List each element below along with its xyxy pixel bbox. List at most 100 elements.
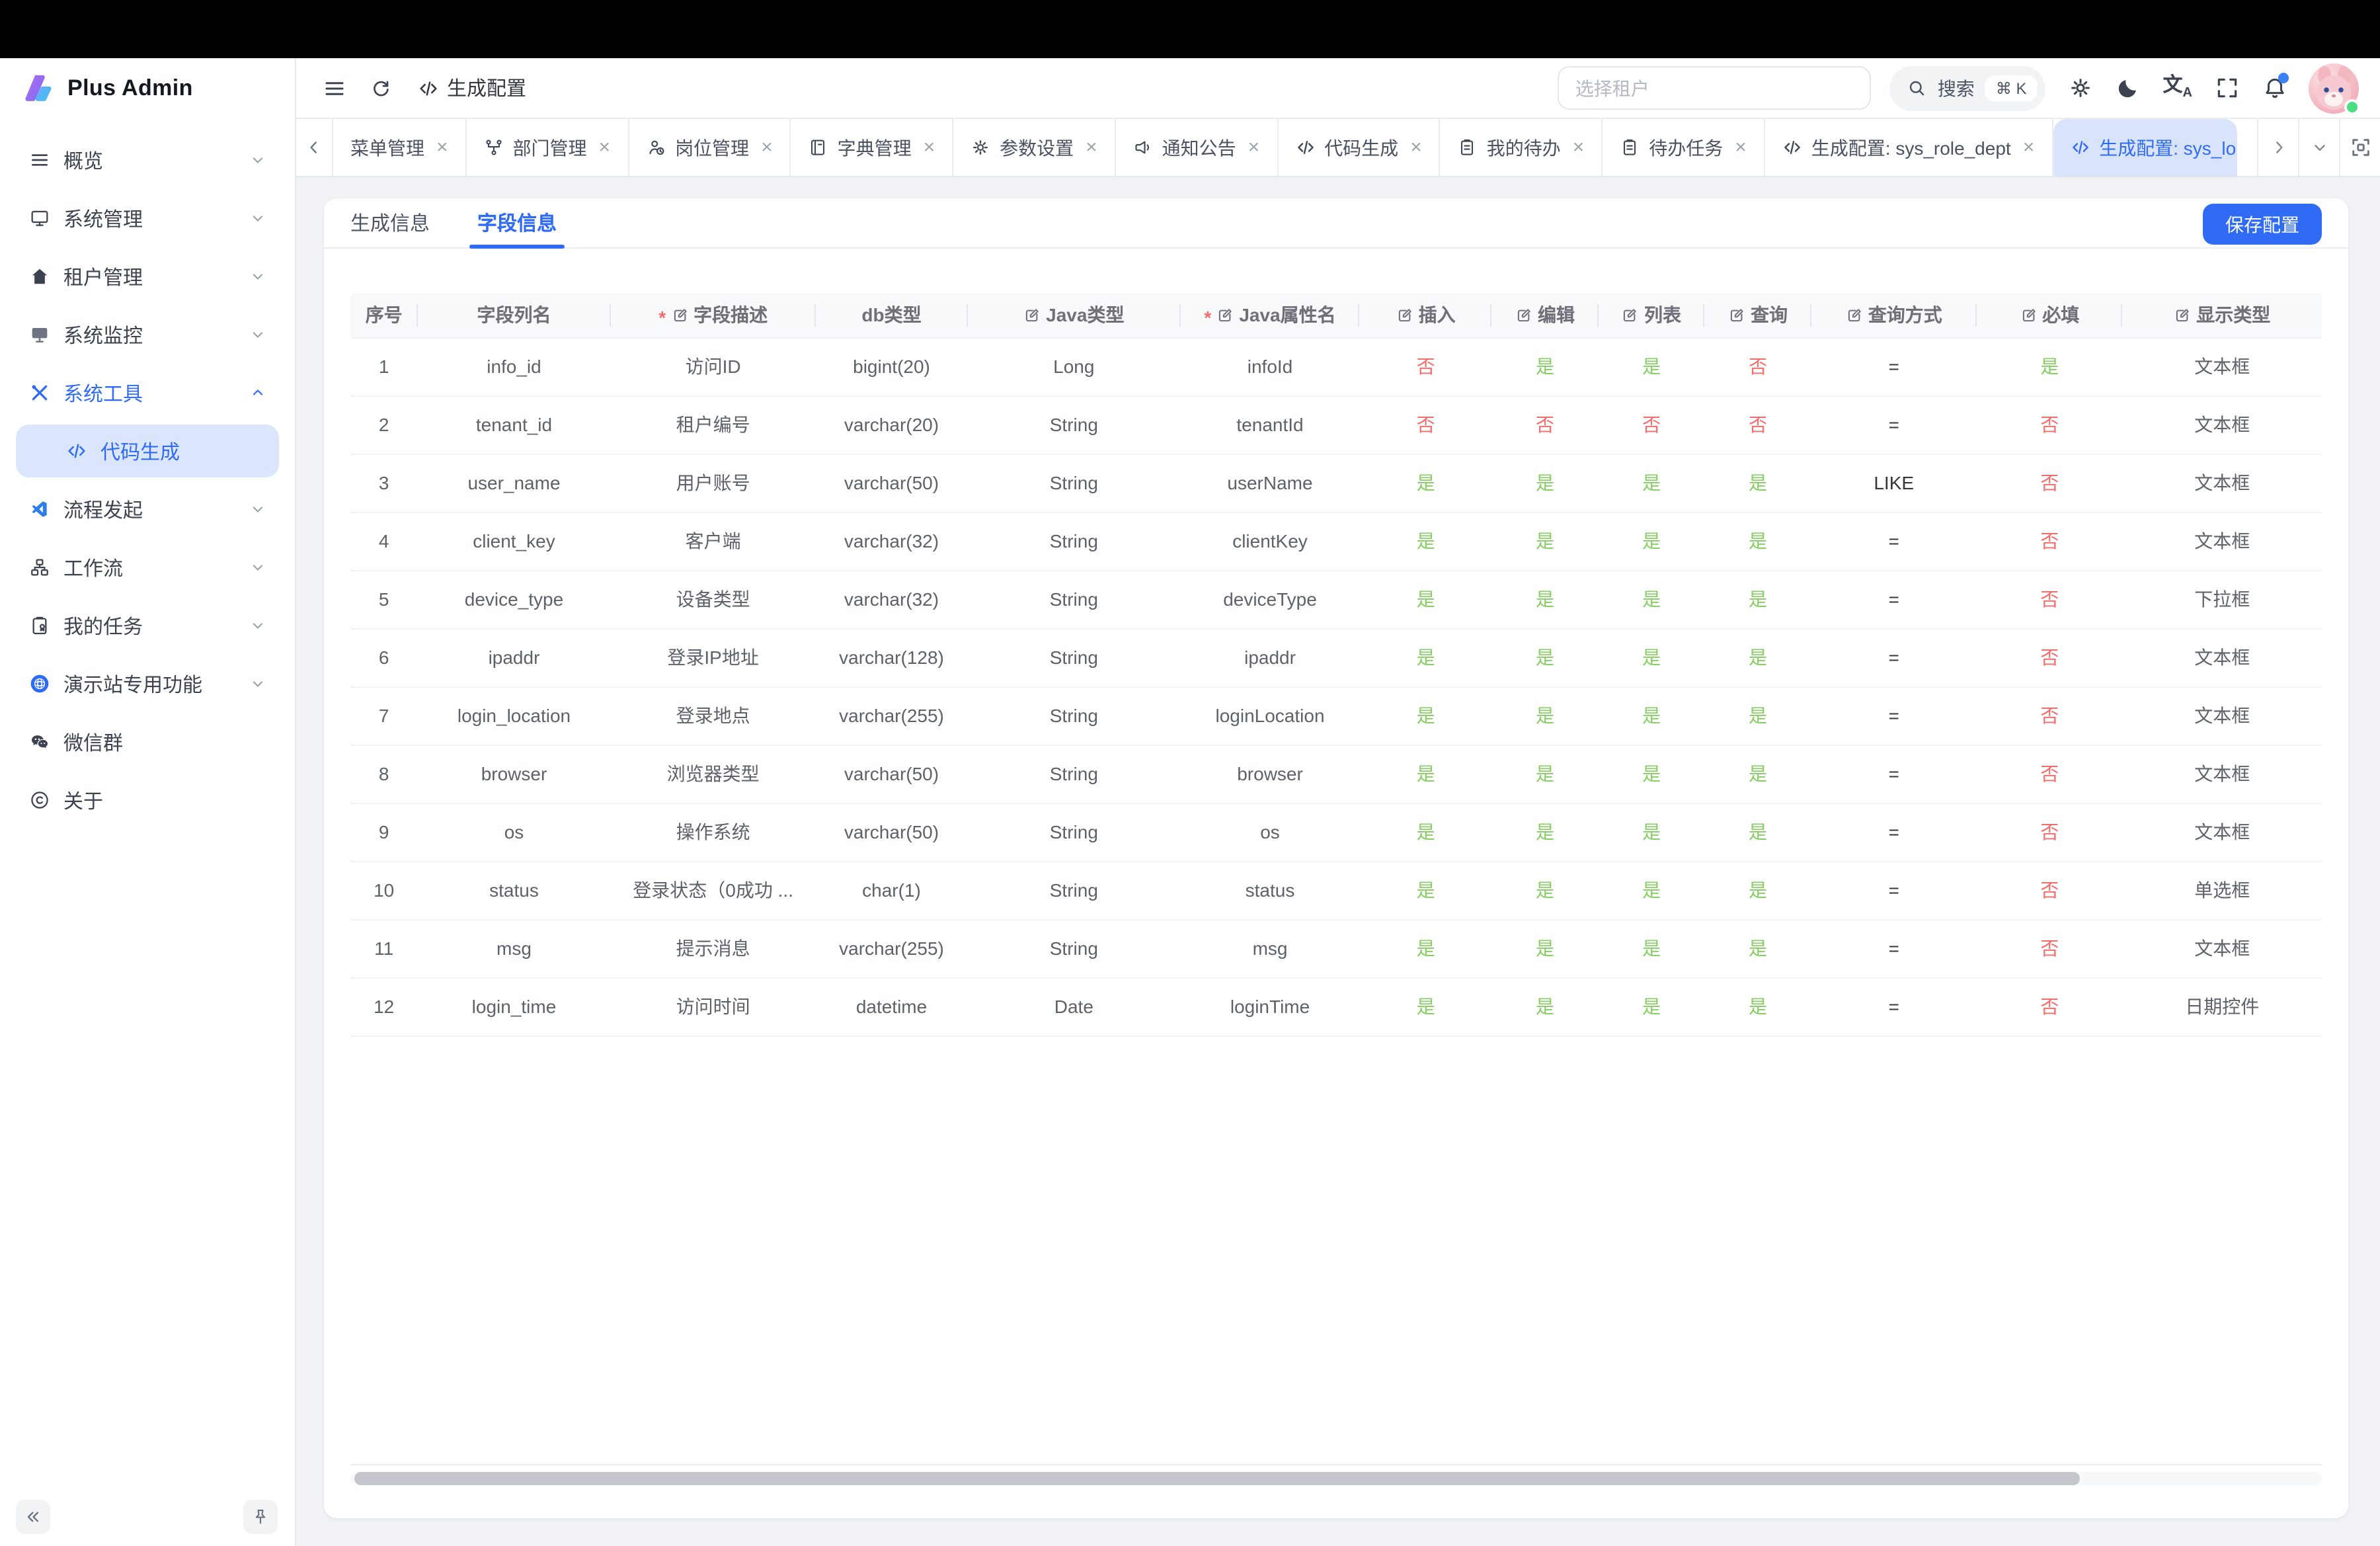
cell-display: 文本框 bbox=[2123, 686, 2322, 745]
tab-my-todo[interactable]: 我的待办× bbox=[1441, 119, 1603, 176]
close-icon[interactable]: × bbox=[1573, 136, 1585, 159]
cell-list: 否 bbox=[1598, 395, 1704, 454]
save-config-button[interactable]: 保存配置 bbox=[2203, 204, 2322, 245]
sidebar-item-flow-start[interactable]: 流程发起 bbox=[16, 483, 279, 536]
cell-list: 是 bbox=[1598, 628, 1704, 686]
close-icon[interactable]: × bbox=[1410, 136, 1422, 159]
tab-gen-config-sys-role-dept[interactable]: 生成配置: sys_role_dept× bbox=[1765, 119, 2053, 176]
cell-required: 否 bbox=[1977, 919, 2123, 977]
close-icon[interactable]: × bbox=[599, 136, 611, 159]
column-header[interactable]: 查询方式 bbox=[1811, 294, 1976, 337]
fullscreen-button[interactable] bbox=[2215, 75, 2240, 101]
sidebar-item-label: 我的任务 bbox=[63, 612, 143, 639]
tab-dept-mgmt[interactable]: 部门管理× bbox=[467, 119, 629, 176]
sidebar-item-label: 关于 bbox=[63, 786, 103, 814]
column-header[interactable]: 查询 bbox=[1704, 294, 1811, 337]
cell-list: 是 bbox=[1598, 861, 1704, 919]
settings-button[interactable] bbox=[2068, 75, 2093, 101]
column-header[interactable]: Java类型 bbox=[967, 294, 1180, 337]
sidebar-item-label: 系统监控 bbox=[63, 321, 143, 348]
close-icon[interactable]: × bbox=[1735, 136, 1747, 159]
tab-notice[interactable]: 通知公告 × bbox=[1116, 119, 1279, 176]
edit-icon bbox=[1846, 307, 1863, 324]
tenant-select-input[interactable] bbox=[1558, 66, 1872, 110]
tab-generate-info[interactable]: 生成信息 bbox=[350, 198, 430, 247]
column-header-label: 必填 bbox=[2042, 302, 2079, 329]
tab-field-info[interactable]: 字段信息 bbox=[477, 198, 557, 247]
tab-post-mgmt[interactable]: 岗位管理× bbox=[629, 119, 791, 176]
scroll-tabs-right-button[interactable] bbox=[2257, 119, 2298, 176]
cell-display: 文本框 bbox=[2123, 628, 2322, 686]
sidebar-item-demo-features[interactable]: 演示站专用功能 bbox=[16, 657, 279, 710]
cell-attr: status bbox=[1180, 861, 1359, 919]
code-icon bbox=[418, 77, 439, 99]
close-icon[interactable]: × bbox=[1248, 136, 1260, 159]
page-content: 生成信息 字段信息 保存配置 序号字段列名*字段描述db类型Java类型*Jav… bbox=[296, 177, 2380, 1546]
sidebar-item-wechat-group[interactable]: 微信群 bbox=[16, 715, 279, 768]
cell-display: 文本框 bbox=[2123, 745, 2322, 803]
sidebar-item-my-tasks[interactable]: 我的任务 bbox=[16, 599, 279, 652]
cell-db: char(1) bbox=[816, 861, 968, 919]
sidebar-item-system-tools[interactable]: 系统工具 bbox=[16, 366, 279, 419]
close-icon[interactable]: × bbox=[2023, 136, 2035, 159]
tab-label: 通知公告 bbox=[1162, 134, 1236, 161]
tab-param-settings[interactable]: 参数设置× bbox=[953, 119, 1116, 176]
tab-gen-config-sys-lo[interactable]: 生成配置: sys_lo bbox=[2053, 119, 2237, 176]
table-row: 12login_time访问时间datetimeDateloginTime是是是… bbox=[350, 977, 2322, 1036]
dark-mode-button[interactable] bbox=[2116, 75, 2141, 101]
user-avatar[interactable] bbox=[2309, 63, 2359, 113]
cell-db: varchar(255) bbox=[816, 919, 968, 977]
column-header[interactable]: 插入 bbox=[1360, 294, 1492, 337]
scroll-tabs-left-button[interactable] bbox=[296, 119, 333, 176]
sidebar-item-label: 微信群 bbox=[63, 728, 123, 756]
fields-table-wrap: 序号字段列名*字段描述db类型Java类型*Java属性名插入编辑列表查询查询方… bbox=[350, 294, 2322, 1465]
sidebar-item-about[interactable]: 关于 bbox=[16, 774, 279, 827]
cell-insert: 是 bbox=[1360, 512, 1492, 570]
global-search[interactable]: 搜索 ⌘ K bbox=[1890, 65, 2045, 110]
cell-insert: 是 bbox=[1360, 686, 1492, 745]
sidebar-item-tenant-mgmt[interactable]: 租户管理 bbox=[16, 250, 279, 303]
language-button[interactable]: 文A bbox=[2163, 75, 2193, 101]
close-icon[interactable]: × bbox=[761, 136, 773, 159]
refresh-button[interactable] bbox=[370, 77, 391, 99]
column-header[interactable]: *字段描述 bbox=[611, 294, 816, 337]
cell-no: 12 bbox=[350, 977, 417, 1036]
cell-desc: 设备类型 bbox=[611, 570, 816, 628]
cell-attr: loginLocation bbox=[1180, 686, 1359, 745]
column-header[interactable]: 列表 bbox=[1598, 294, 1704, 337]
cell-no: 1 bbox=[350, 337, 417, 395]
cell-db: varchar(255) bbox=[816, 686, 968, 745]
chevron-up-icon bbox=[250, 385, 266, 401]
cell-desc: 访问ID bbox=[611, 337, 816, 395]
notifications-button[interactable] bbox=[2262, 75, 2287, 101]
tabs-menu-button[interactable] bbox=[2298, 119, 2339, 176]
cell-required: 否 bbox=[1977, 454, 2123, 512]
column-header-label: 列表 bbox=[1644, 302, 1681, 329]
collapse-sidebar-button[interactable] bbox=[16, 1500, 50, 1534]
column-header[interactable]: 编辑 bbox=[1491, 294, 1598, 337]
sidebar-item-code-gen[interactable]: 代码生成 bbox=[16, 425, 279, 477]
horizontal-scrollbar-thumb[interactable] bbox=[354, 1472, 2079, 1485]
content-fullscreen-button[interactable] bbox=[2339, 119, 2380, 176]
tab-dict-mgmt[interactable]: 字典管理× bbox=[791, 119, 954, 176]
sidebar-item-system-monitor[interactable]: 系统监控 bbox=[16, 308, 279, 361]
table-row: 2tenant_id租户编号varchar(20)StringtenantId否… bbox=[350, 395, 2322, 454]
close-icon[interactable]: × bbox=[436, 136, 448, 159]
cell-db: datetime bbox=[816, 977, 968, 1036]
tab-menu-mgmt[interactable]: 菜单管理× bbox=[333, 119, 467, 176]
sidebar-item-label: 工作流 bbox=[63, 553, 123, 581]
sidebar-item-workflow[interactable]: 工作流 bbox=[16, 541, 279, 594]
column-header[interactable]: 显示类型 bbox=[2123, 294, 2322, 337]
close-icon[interactable]: × bbox=[1086, 136, 1097, 159]
toggle-sidebar-button[interactable] bbox=[323, 76, 346, 100]
close-icon[interactable]: × bbox=[924, 136, 935, 159]
pin-sidebar-button[interactable] bbox=[243, 1500, 278, 1534]
column-header[interactable]: 必填 bbox=[1977, 294, 2123, 337]
sidebar-item-overview[interactable]: 概览 bbox=[16, 134, 279, 186]
tab-code-gen[interactable]: 代码生成× bbox=[1278, 119, 1441, 176]
column-header[interactable]: *Java属性名 bbox=[1180, 294, 1359, 337]
cell-attr: browser bbox=[1180, 745, 1359, 803]
tab-todo-tasks[interactable]: 待办任务× bbox=[1603, 119, 1765, 176]
cell-column: tenant_id bbox=[417, 395, 610, 454]
sidebar-item-system-mgmt[interactable]: 系统管理 bbox=[16, 192, 279, 245]
